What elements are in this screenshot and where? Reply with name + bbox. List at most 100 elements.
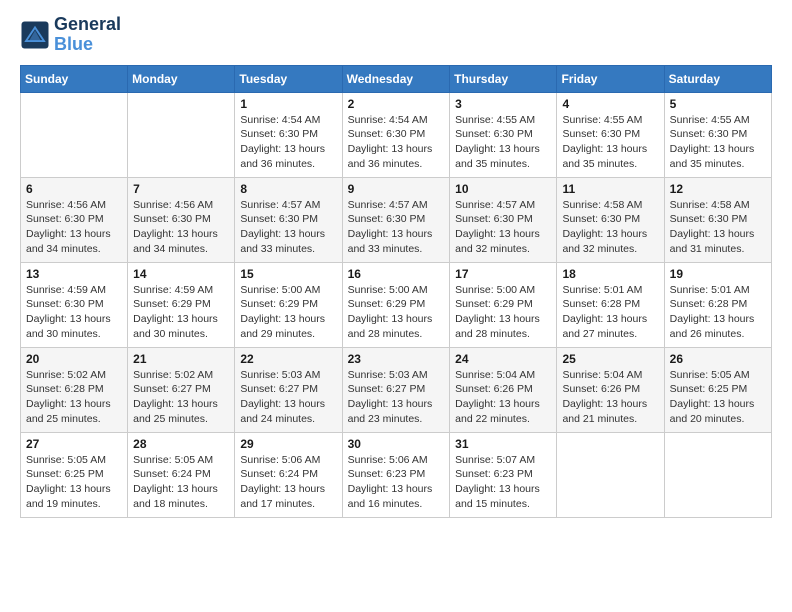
calendar-cell: 3 Sunrise: 4:55 AM Sunset: 6:30 PM Daylig… — [450, 92, 557, 177]
day-info: Sunrise: 5:01 AM Sunset: 6:28 PM Dayligh… — [562, 283, 658, 342]
logo-text-line2: Blue — [54, 35, 121, 55]
day-number: 17 — [455, 267, 551, 281]
weekday-header: Thursday — [450, 65, 557, 92]
day-info: Sunrise: 5:04 AM Sunset: 6:26 PM Dayligh… — [455, 368, 551, 427]
weekday-header: Sunday — [21, 65, 128, 92]
week-row: 1Sunrise: 4:54 AM Sunset: 6:30 PM Daylig… — [21, 92, 772, 177]
calendar-cell: 9 Sunrise: 4:57 AM Sunset: 6:30 PM Daylig… — [342, 177, 450, 262]
day-info: Sunrise: 5:06 AM Sunset: 6:23 PM Dayligh… — [348, 453, 445, 512]
day-number: 14 — [133, 267, 229, 281]
calendar-cell: 28 Sunrise: 5:05 AM Sunset: 6:24 PM Dayli… — [128, 432, 235, 517]
calendar-cell: 20Sunrise: 5:02 AM Sunset: 6:28 PM Dayli… — [21, 347, 128, 432]
day-info: Sunrise: 5:03 AM Sunset: 6:27 PM Dayligh… — [240, 368, 336, 427]
calendar-cell: 2 Sunrise: 4:54 AM Sunset: 6:30 PM Daylig… — [342, 92, 450, 177]
day-number: 28 — [133, 437, 229, 451]
calendar-cell: 27 Sunrise: 5:05 AM Sunset: 6:25 PM Dayli… — [21, 432, 128, 517]
day-info: Sunrise: 4:57 AM Sunset: 6:30 PM Dayligh… — [455, 198, 551, 257]
day-info: Sunrise: 5:05 AM Sunset: 6:25 PM Dayligh… — [26, 453, 122, 512]
weekday-header: Monday — [128, 65, 235, 92]
day-number: 5 — [670, 97, 766, 111]
day-info: Sunrise: 5:05 AM Sunset: 6:25 PM Dayligh… — [670, 368, 766, 427]
logo-icon — [20, 20, 50, 50]
day-number: 15 — [240, 267, 336, 281]
day-number: 24 — [455, 352, 551, 366]
calendar-cell: 15 Sunrise: 5:00 AM Sunset: 6:29 PM Dayli… — [235, 262, 342, 347]
day-number: 11 — [562, 182, 658, 196]
day-info: Sunrise: 5:05 AM Sunset: 6:24 PM Dayligh… — [133, 453, 229, 512]
calendar-cell: 4Sunrise: 4:55 AM Sunset: 6:30 PM Daylig… — [557, 92, 664, 177]
day-number: 8 — [240, 182, 336, 196]
calendar-cell — [128, 92, 235, 177]
day-info: Sunrise: 5:06 AM Sunset: 6:24 PM Dayligh… — [240, 453, 336, 512]
day-number: 6 — [26, 182, 122, 196]
day-number: 21 — [133, 352, 229, 366]
day-info: Sunrise: 4:56 AM Sunset: 6:30 PM Dayligh… — [26, 198, 122, 257]
day-info: Sunrise: 4:55 AM Sunset: 6:30 PM Dayligh… — [670, 113, 766, 172]
day-number: 18 — [562, 267, 658, 281]
weekday-header: Wednesday — [342, 65, 450, 92]
calendar-cell: 13Sunrise: 4:59 AM Sunset: 6:30 PM Dayli… — [21, 262, 128, 347]
weekday-header: Saturday — [664, 65, 771, 92]
day-number: 3 — [455, 97, 551, 111]
calendar-cell: 24 Sunrise: 5:04 AM Sunset: 6:26 PM Dayli… — [450, 347, 557, 432]
day-info: Sunrise: 5:00 AM Sunset: 6:29 PM Dayligh… — [455, 283, 551, 342]
day-info: Sunrise: 4:56 AM Sunset: 6:30 PM Dayligh… — [133, 198, 229, 257]
day-number: 27 — [26, 437, 122, 451]
day-info: Sunrise: 5:01 AM Sunset: 6:28 PM Dayligh… — [670, 283, 766, 342]
day-number: 7 — [133, 182, 229, 196]
day-number: 4 — [562, 97, 658, 111]
day-info: Sunrise: 5:07 AM Sunset: 6:23 PM Dayligh… — [455, 453, 551, 512]
page-header: General Blue — [20, 15, 772, 55]
weekday-header: Friday — [557, 65, 664, 92]
calendar-cell: 12 Sunrise: 4:58 AM Sunset: 6:30 PM Dayli… — [664, 177, 771, 262]
calendar-table: SundayMondayTuesdayWednesdayThursdayFrid… — [20, 65, 772, 518]
day-info: Sunrise: 4:54 AM Sunset: 6:30 PM Dayligh… — [348, 113, 445, 172]
day-info: Sunrise: 5:02 AM Sunset: 6:27 PM Dayligh… — [133, 368, 229, 427]
day-number: 2 — [348, 97, 445, 111]
calendar-cell: 5 Sunrise: 4:55 AM Sunset: 6:30 PM Daylig… — [664, 92, 771, 177]
calendar-cell — [664, 432, 771, 517]
day-number: 9 — [348, 182, 445, 196]
day-info: Sunrise: 4:57 AM Sunset: 6:30 PM Dayligh… — [348, 198, 445, 257]
calendar-cell: 19 Sunrise: 5:01 AM Sunset: 6:28 PM Dayli… — [664, 262, 771, 347]
calendar-cell: 8 Sunrise: 4:57 AM Sunset: 6:30 PM Daylig… — [235, 177, 342, 262]
calendar-header-row: SundayMondayTuesdayWednesdayThursdayFrid… — [21, 65, 772, 92]
calendar-cell: 7 Sunrise: 4:56 AM Sunset: 6:30 PM Daylig… — [128, 177, 235, 262]
day-info: Sunrise: 4:57 AM Sunset: 6:30 PM Dayligh… — [240, 198, 336, 257]
day-number: 25 — [562, 352, 658, 366]
calendar-cell: 25Sunrise: 5:04 AM Sunset: 6:26 PM Dayli… — [557, 347, 664, 432]
day-number: 19 — [670, 267, 766, 281]
day-number: 26 — [670, 352, 766, 366]
weekday-header: Tuesday — [235, 65, 342, 92]
week-row: 13Sunrise: 4:59 AM Sunset: 6:30 PM Dayli… — [21, 262, 772, 347]
day-number: 29 — [240, 437, 336, 451]
logo: General Blue — [20, 15, 121, 55]
week-row: 6 Sunrise: 4:56 AM Sunset: 6:30 PM Daylig… — [21, 177, 772, 262]
calendar-cell: 31 Sunrise: 5:07 AM Sunset: 6:23 PM Dayli… — [450, 432, 557, 517]
day-info: Sunrise: 5:00 AM Sunset: 6:29 PM Dayligh… — [240, 283, 336, 342]
calendar-cell: 23Sunrise: 5:03 AM Sunset: 6:27 PM Dayli… — [342, 347, 450, 432]
day-number: 22 — [240, 352, 336, 366]
week-row: 20Sunrise: 5:02 AM Sunset: 6:28 PM Dayli… — [21, 347, 772, 432]
calendar-cell: 18 Sunrise: 5:01 AM Sunset: 6:28 PM Dayli… — [557, 262, 664, 347]
day-number: 30 — [348, 437, 445, 451]
calendar-cell: 6 Sunrise: 4:56 AM Sunset: 6:30 PM Daylig… — [21, 177, 128, 262]
day-number: 12 — [670, 182, 766, 196]
calendar-cell: 30 Sunrise: 5:06 AM Sunset: 6:23 PM Dayli… — [342, 432, 450, 517]
calendar-cell: 21 Sunrise: 5:02 AM Sunset: 6:27 PM Dayli… — [128, 347, 235, 432]
day-info: Sunrise: 5:03 AM Sunset: 6:27 PM Dayligh… — [348, 368, 445, 427]
day-number: 16 — [348, 267, 445, 281]
day-info: Sunrise: 4:58 AM Sunset: 6:30 PM Dayligh… — [670, 198, 766, 257]
day-number: 13 — [26, 267, 122, 281]
calendar-cell: 1Sunrise: 4:54 AM Sunset: 6:30 PM Daylig… — [235, 92, 342, 177]
day-info: Sunrise: 4:58 AM Sunset: 6:30 PM Dayligh… — [562, 198, 658, 257]
calendar-cell: 22 Sunrise: 5:03 AM Sunset: 6:27 PM Dayli… — [235, 347, 342, 432]
day-number: 31 — [455, 437, 551, 451]
week-row: 27 Sunrise: 5:05 AM Sunset: 6:25 PM Dayli… — [21, 432, 772, 517]
day-info: Sunrise: 5:02 AM Sunset: 6:28 PM Dayligh… — [26, 368, 122, 427]
calendar-cell: 26 Sunrise: 5:05 AM Sunset: 6:25 PM Dayli… — [664, 347, 771, 432]
calendar-cell: 11 Sunrise: 4:58 AM Sunset: 6:30 PM Dayli… — [557, 177, 664, 262]
day-number: 10 — [455, 182, 551, 196]
calendar-cell — [557, 432, 664, 517]
day-info: Sunrise: 4:55 AM Sunset: 6:30 PM Dayligh… — [455, 113, 551, 172]
